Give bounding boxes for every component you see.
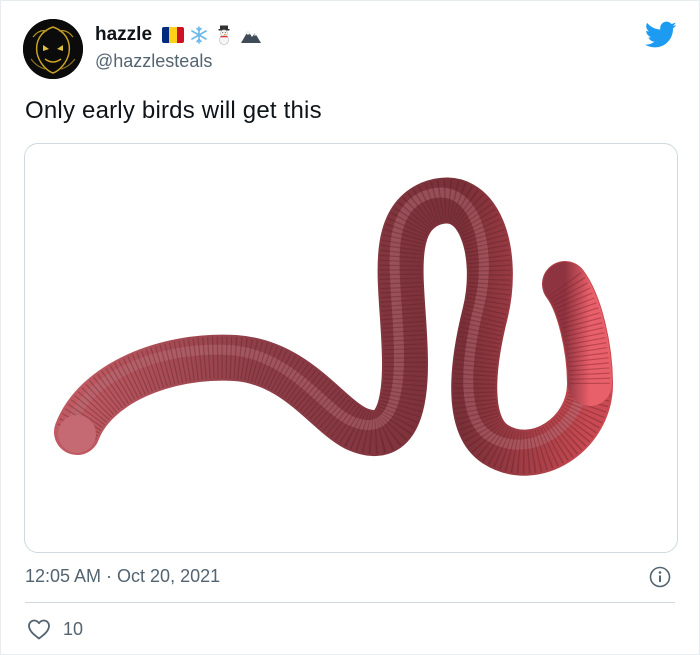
info-icon[interactable] (649, 566, 671, 588)
tweet-timestamp[interactable]: 12:05 AM · Oct 20, 2021 (25, 566, 220, 587)
tweet-text: Only early birds will get this (25, 97, 322, 124)
tweet-card: hazzle @hazzlesteals Only early birds wi… (0, 0, 700, 655)
avatar[interactable] (23, 19, 83, 79)
romania-flag-icon (162, 27, 185, 43)
snowman-icon (214, 25, 234, 45)
like-button[interactable]: 10 (27, 617, 83, 641)
divider (25, 602, 675, 603)
tweet-media-image[interactable] (24, 143, 678, 553)
like-count: 10 (63, 618, 84, 639)
earthworm-image (54, 177, 614, 476)
author-display-name[interactable]: hazzle (95, 24, 152, 46)
author-name-row: hazzle (95, 23, 262, 47)
mountain-icon (240, 26, 262, 44)
author-handle[interactable]: @hazzlesteals (95, 51, 212, 72)
snowflake-icon (190, 26, 208, 44)
twitter-bird-icon[interactable] (645, 21, 677, 49)
heart-icon (28, 619, 50, 640)
